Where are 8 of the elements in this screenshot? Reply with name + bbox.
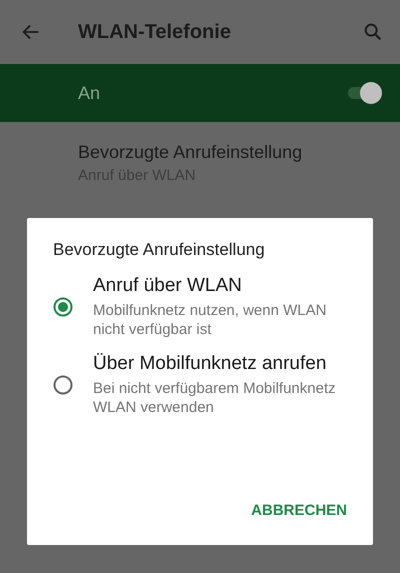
cancel-button[interactable]: ABBRECHEN: [251, 496, 347, 525]
dialog-title: Bevorzugte Anrufeinstellung: [53, 240, 266, 260]
option-label[interactable]: Über Mobilfunknetz anrufen: [93, 352, 347, 376]
option-description: Bei nicht verfügbarem Mobilfunknetz WLAN verwenden: [93, 378, 337, 418]
screen-title: WLAN-Telefonie: [78, 20, 232, 44]
option-label[interactable]: Anruf über WLAN: [93, 274, 347, 298]
option-description: Mobilfunknetz nutzen, wenn WLAN nicht verfügbar ist: [93, 300, 328, 340]
switch-label: An: [78, 82, 102, 104]
